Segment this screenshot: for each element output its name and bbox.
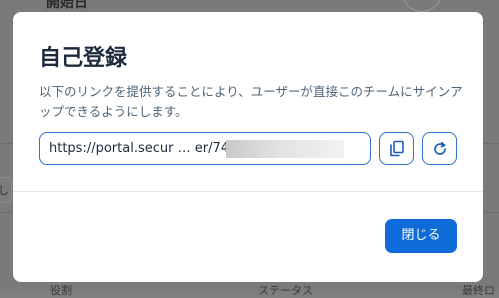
column-header-status: ステータス xyxy=(258,284,313,297)
page-title: 開始日 xyxy=(46,0,88,11)
dialog-divider xyxy=(13,191,483,192)
dialog-title: 自己登録 xyxy=(39,46,128,71)
registration-url-text[interactable]: https://portal.secur … er/741 xyxy=(49,133,237,164)
refresh-icon xyxy=(433,141,446,155)
avatar xyxy=(402,0,442,12)
redacted-url-segment xyxy=(226,140,344,158)
dialog-description: 以下のリンクを提供することにより、ユーザーが直接このチームにサインアップできるよ… xyxy=(39,84,463,119)
column-header-last-login: 最終ロ xyxy=(462,284,495,297)
regenerate-link-button[interactable] xyxy=(422,132,457,165)
filter-input: し xyxy=(0,177,12,203)
copy-link-button[interactable] xyxy=(379,132,414,165)
column-header-role: 役割 xyxy=(50,284,72,297)
registration-url-field[interactable]: https://portal.secur … er/741 xyxy=(39,132,371,165)
close-button[interactable]: 閉じる xyxy=(385,219,457,253)
self-registration-dialog: 自己登録 以下のリンクを提供することにより、ユーザーが直接このチームにサインアッ… xyxy=(13,12,483,282)
copy-icon xyxy=(389,140,404,156)
